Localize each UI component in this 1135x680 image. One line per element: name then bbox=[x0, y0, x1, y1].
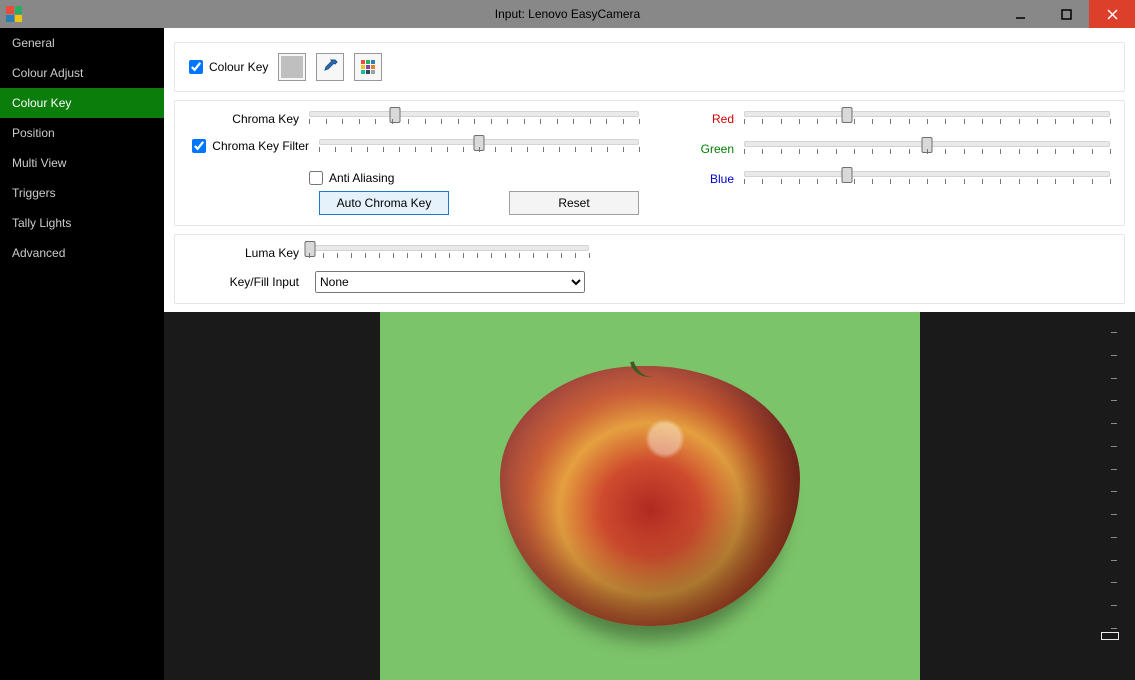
audio-level-slider[interactable] bbox=[1101, 332, 1119, 640]
key-fill-select[interactable]: None bbox=[315, 271, 585, 293]
main-panel: Colour Key bbox=[164, 28, 1135, 680]
preview-frame bbox=[380, 312, 920, 680]
titlebar: Input: Lenovo EasyCamera bbox=[0, 0, 1135, 28]
blue-slider-row: Blue bbox=[679, 171, 1110, 187]
palette-button[interactable] bbox=[354, 53, 382, 81]
anti-aliasing-checkbox[interactable]: Anti Aliasing bbox=[309, 171, 394, 185]
key-fill-label: Key/Fill Input bbox=[189, 275, 299, 289]
window-controls bbox=[997, 0, 1135, 28]
red-slider[interactable] bbox=[744, 111, 1110, 117]
chroma-key-filter-row: Chroma Key Filter bbox=[189, 139, 639, 155]
chroma-key-filter-slider[interactable] bbox=[319, 139, 639, 145]
auto-chroma-key-button[interactable]: Auto Chroma Key bbox=[319, 191, 449, 215]
luma-key-ticks bbox=[309, 253, 589, 261]
audio-level-thumb[interactable] bbox=[1101, 632, 1119, 640]
eyedropper-icon bbox=[322, 59, 338, 75]
green-slider-row: Green bbox=[679, 141, 1110, 157]
blue-ticks bbox=[744, 179, 1110, 187]
luma-key-label: Luma Key bbox=[189, 245, 299, 260]
app-icon bbox=[6, 6, 22, 22]
red-ticks bbox=[744, 119, 1110, 127]
blue-label: Blue bbox=[679, 171, 734, 186]
palette-icon bbox=[360, 59, 376, 75]
minimize-button[interactable] bbox=[997, 0, 1043, 28]
blue-slider[interactable] bbox=[744, 171, 1110, 177]
red-slider-row: Red bbox=[679, 111, 1110, 127]
chroma-panel: Chroma Key Chroma Key Fil bbox=[174, 100, 1125, 226]
green-slider[interactable] bbox=[744, 141, 1110, 147]
luma-key-row: Luma Key bbox=[189, 245, 1110, 261]
chroma-key-filter-ticks bbox=[319, 147, 639, 155]
sidebar-item-colour-adjust[interactable]: Colour Adjust bbox=[0, 58, 164, 88]
chroma-key-filter-checkbox-input[interactable] bbox=[192, 139, 206, 153]
eyedropper-button[interactable] bbox=[316, 53, 344, 81]
audio-level-track bbox=[1110, 332, 1111, 628]
sidebar-item-position[interactable]: Position bbox=[0, 118, 164, 148]
key-fill-row: Key/Fill Input None bbox=[189, 271, 1110, 293]
colour-key-top-panel: Colour Key bbox=[174, 42, 1125, 92]
chroma-key-filter-label: Chroma Key Filter bbox=[212, 139, 309, 153]
red-label: Red bbox=[679, 111, 734, 126]
sidebar-item-multi-view[interactable]: Multi View bbox=[0, 148, 164, 178]
luma-key-slider[interactable] bbox=[309, 245, 589, 251]
chroma-key-slider[interactable] bbox=[309, 111, 639, 117]
anti-aliasing-row: Anti Aliasing bbox=[189, 171, 639, 185]
maximize-button[interactable] bbox=[1043, 0, 1089, 28]
reset-button[interactable]: Reset bbox=[509, 191, 639, 215]
sidebar-item-triggers[interactable]: Triggers bbox=[0, 178, 164, 208]
preview-subject-apple bbox=[500, 366, 800, 626]
anti-aliasing-label: Anti Aliasing bbox=[329, 171, 394, 185]
preview-area bbox=[164, 312, 1135, 680]
anti-aliasing-checkbox-input[interactable] bbox=[309, 171, 323, 185]
colour-key-checkbox-label: Colour Key bbox=[209, 60, 268, 74]
close-button[interactable] bbox=[1089, 0, 1135, 28]
sidebar-item-tally-lights[interactable]: Tally Lights bbox=[0, 208, 164, 238]
colour-key-checkbox-input[interactable] bbox=[189, 60, 203, 74]
window-title: Input: Lenovo EasyCamera bbox=[0, 7, 1135, 21]
sidebar-item-general[interactable]: General bbox=[0, 28, 164, 58]
green-label: Green bbox=[679, 141, 734, 156]
sidebar-item-advanced[interactable]: Advanced bbox=[0, 238, 164, 268]
colour-swatch-button[interactable] bbox=[278, 53, 306, 81]
chroma-key-ticks bbox=[309, 119, 639, 127]
colour-key-checkbox[interactable]: Colour Key bbox=[189, 60, 268, 74]
colour-swatch bbox=[281, 56, 303, 78]
chroma-key-filter-checkbox[interactable]: Chroma Key Filter bbox=[189, 139, 309, 153]
sidebar-item-colour-key[interactable]: Colour Key bbox=[0, 88, 164, 118]
settings-sidebar: General Colour Adjust Colour Key Positio… bbox=[0, 28, 164, 680]
luma-panel: Luma Key Key/Fill Input None bbox=[174, 234, 1125, 304]
chroma-key-slider-row: Chroma Key bbox=[189, 111, 639, 127]
green-ticks bbox=[744, 149, 1110, 157]
chroma-key-label: Chroma Key bbox=[189, 111, 299, 126]
